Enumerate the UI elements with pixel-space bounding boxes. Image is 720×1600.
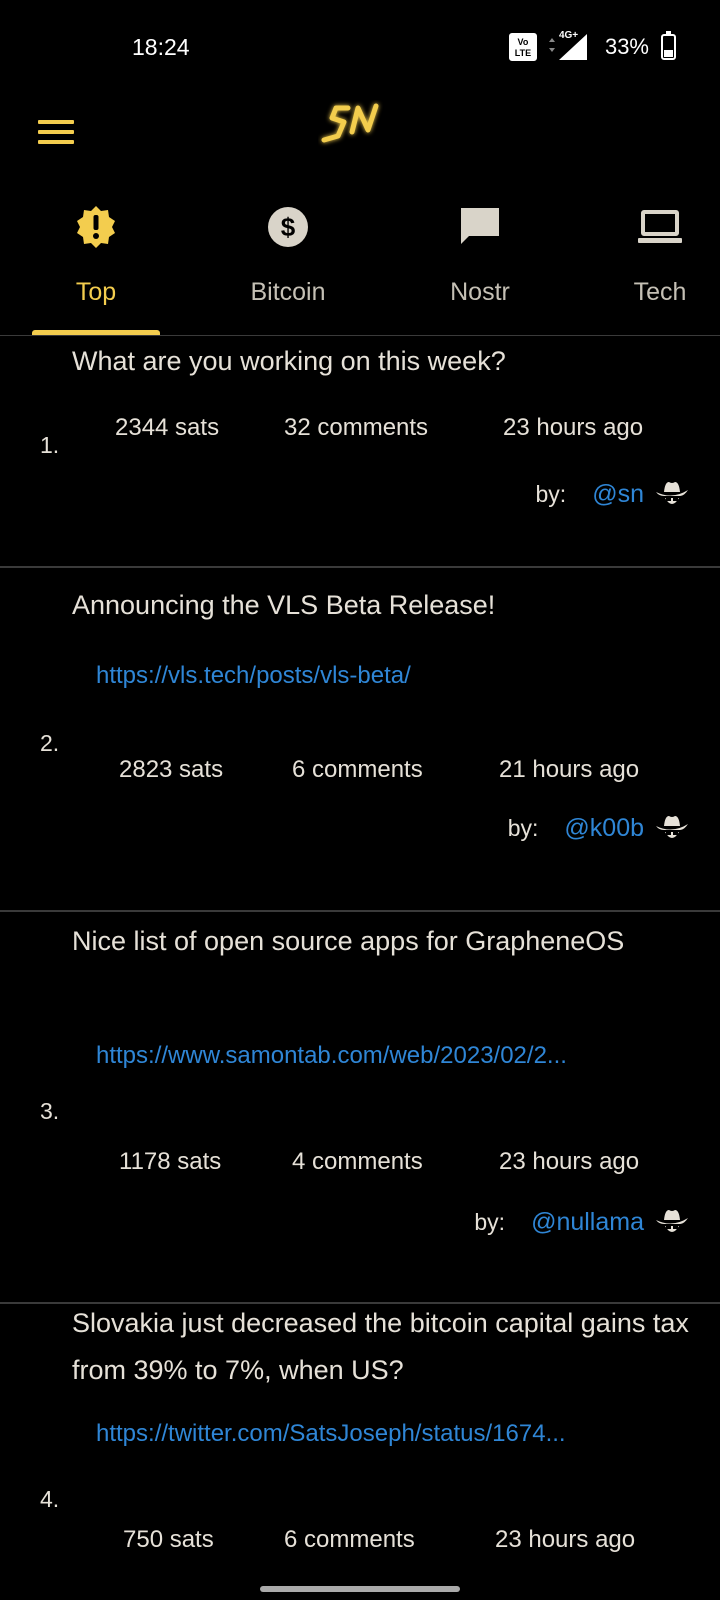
item-author: by: @sn: [536, 476, 690, 512]
alert-badge-icon: [77, 206, 115, 248]
chat-bubble-icon: [461, 208, 499, 244]
tab-label: Top: [75, 278, 117, 306]
list-item[interactable]: Slovakia just decreased the bitcoin capi…: [0, 1304, 720, 1600]
item-sats: 2344 sats: [115, 414, 220, 441]
tab-nostr[interactable]: Nostr: [410, 190, 550, 336]
battery-percent: 33%: [604, 34, 649, 59]
svg-text:$: $: [281, 212, 296, 242]
item-title[interactable]: What are you working on this week?: [72, 338, 692, 385]
tab-tech[interactable]: Tech: [590, 190, 720, 336]
by-label: by:: [507, 814, 539, 841]
list-item[interactable]: What are you working on this week? 1. 23…: [0, 336, 720, 568]
item-time: 23 hours ago: [495, 1526, 636, 1553]
dollar-coin-icon: $: [268, 207, 308, 247]
status-bar: 18:24 Vo LTE 4G+ 33%: [0, 0, 720, 96]
list-item[interactable]: Nice list of open source apps for Graphe…: [0, 912, 720, 1304]
category-tabs: Top $ Bitcoin Nostr Tech: [0, 190, 720, 336]
list-item[interactable]: Announcing the VLS Beta Release! https:/…: [0, 568, 720, 912]
active-tab-indicator: [32, 330, 160, 335]
network-type-label: 4G+: [558, 30, 579, 41]
laptop-icon: [638, 210, 682, 243]
by-label: by:: [474, 1208, 506, 1235]
item-title[interactable]: Nice list of open source apps for Graphe…: [72, 918, 692, 965]
item-author: by: @k00b: [508, 810, 690, 846]
signal-icon: 4G+: [545, 30, 591, 62]
author-link[interactable]: @sn: [592, 480, 644, 509]
item-sats: 750 sats: [123, 1526, 214, 1553]
item-sats: 2823 sats: [119, 756, 224, 783]
item-comments[interactable]: 6 comments: [292, 756, 423, 784]
tab-top[interactable]: Top: [26, 190, 166, 336]
author-link[interactable]: @k00b: [564, 814, 644, 843]
item-comments[interactable]: 6 comments: [284, 1526, 415, 1554]
volte-icon: Vo LTE: [508, 33, 537, 61]
item-rank: 3.: [40, 1098, 60, 1124]
cowboy-hat-icon: [656, 482, 688, 504]
status-indicators: Vo LTE 4G+ 33%: [508, 30, 676, 62]
item-link[interactable]: https://www.samontab.com/web/2023/02/2..…: [96, 1042, 682, 1070]
home-indicator[interactable]: [260, 1586, 460, 1592]
item-link[interactable]: https://vls.tech/posts/vls-beta/: [96, 662, 682, 690]
by-label: by:: [535, 480, 567, 507]
item-link[interactable]: https://twitter.com/SatsJoseph/status/16…: [96, 1420, 682, 1448]
item-time: 23 hours ago: [503, 414, 644, 441]
item-rank: 4.: [40, 1486, 60, 1512]
cowboy-hat-icon: [656, 816, 688, 838]
item-title[interactable]: Slovakia just decreased the bitcoin capi…: [72, 1300, 692, 1394]
cowboy-hat-icon: [656, 1210, 688, 1232]
author-link[interactable]: @nullama: [531, 1208, 644, 1237]
status-time: 18:24: [132, 34, 190, 60]
item-sats: 1178 sats: [119, 1148, 222, 1175]
tab-label: Bitcoin: [250, 278, 326, 306]
tab-label: Nostr: [450, 278, 510, 306]
item-author: by: @nullama: [474, 1204, 690, 1240]
item-time: 23 hours ago: [499, 1148, 640, 1175]
hamburger-menu-icon[interactable]: [38, 120, 74, 144]
item-rank: 1.: [40, 432, 60, 458]
sn-logo[interactable]: [318, 100, 388, 150]
tab-bitcoin[interactable]: $ Bitcoin: [218, 190, 358, 336]
item-rank: 2.: [40, 730, 60, 756]
item-comments[interactable]: 32 comments: [284, 414, 428, 442]
item-comments[interactable]: 4 comments: [292, 1148, 423, 1176]
tab-label: Tech: [633, 278, 687, 306]
item-time: 21 hours ago: [499, 756, 640, 783]
item-title[interactable]: Announcing the VLS Beta Release!: [72, 582, 692, 629]
battery-icon: [661, 31, 676, 60]
